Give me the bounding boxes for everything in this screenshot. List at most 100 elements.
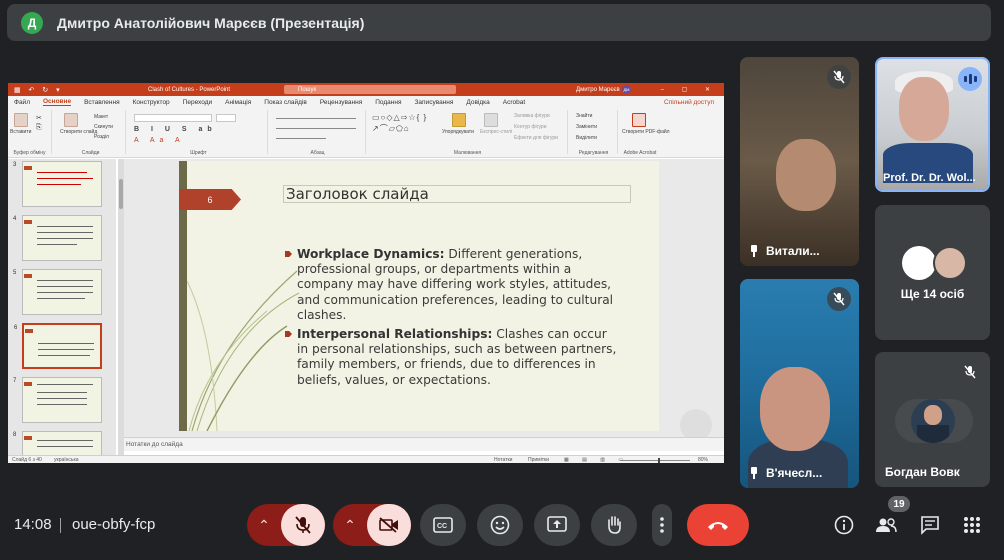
thumbnail-line xyxy=(38,343,94,344)
menu-insert[interactable]: Вставлення xyxy=(84,99,120,106)
slide-thumbnail[interactable]: 3 xyxy=(13,161,102,207)
create-pdf-label[interactable]: Створити PDF-файл xyxy=(622,129,670,135)
pdf-icon[interactable] xyxy=(632,113,646,127)
mic-off-icon xyxy=(827,287,851,311)
comments-toggle[interactable]: Примітки xyxy=(528,457,549,463)
slide-thumbnail[interactable]: 7 xyxy=(13,377,102,423)
participant-tile-bogdan[interactable]: Богдан Вовк xyxy=(875,352,990,487)
slide-thumbnail[interactable]: 8 xyxy=(13,431,102,455)
ribbon-group-editing: Знайти Замінити Виділити Редагування xyxy=(570,110,618,156)
menu-transitions[interactable]: Переходи xyxy=(183,99,212,106)
ppt-search-box[interactable]: Пошук xyxy=(284,85,456,94)
paste-icon[interactable] xyxy=(14,113,28,127)
bullet-item: Interpersonal Relationships: Clashes can… xyxy=(285,327,619,388)
zoom-level[interactable]: 80% xyxy=(698,457,708,463)
slide-thumbnail[interactable]: 5 xyxy=(13,269,102,315)
people-button[interactable] xyxy=(873,512,899,538)
ppt-ribbon: Вставити ✂ ⎘ Буфер обміну Створити слайд… xyxy=(8,108,724,158)
shared-screen[interactable]: ▦ ↶ ↻ ▾ Clash of Cultures - PowerPoint П… xyxy=(8,83,724,463)
shape-effects-button[interactable]: Ефекти для фігури xyxy=(514,135,558,141)
audio-options-chevron-icon[interactable]: ⌃ xyxy=(247,504,281,546)
participant-tile-vitaliy[interactable]: Витали... xyxy=(740,57,859,266)
section-button[interactable]: Розділ xyxy=(94,134,109,140)
slide-notes[interactable]: Нотатки до слайда xyxy=(124,437,724,451)
captions-button[interactable]: CC xyxy=(420,504,466,546)
quick-styles-label[interactable]: Експрес-стилі xyxy=(480,129,512,135)
quick-styles-icon[interactable] xyxy=(484,113,498,127)
thumbnail-tab xyxy=(24,220,32,224)
paragraph-row-1 xyxy=(276,118,356,119)
zoom-slider[interactable] xyxy=(620,460,690,461)
raise-hand-button[interactable] xyxy=(591,504,637,546)
camera-off-icon xyxy=(379,517,398,533)
participant-tile-vyacheslav[interactable]: В'ячесл... xyxy=(740,279,859,488)
zoom-slider-knob[interactable] xyxy=(658,458,660,463)
speaking-indicator-icon xyxy=(958,67,982,91)
current-slide[interactable]: 6 Заголовок слайда Workplace Dynamics: D… xyxy=(179,161,659,431)
thumbnail-number: 7 xyxy=(13,378,17,384)
video-options-chevron-icon[interactable]: ⌃ xyxy=(333,504,367,546)
shape-outline-button[interactable]: Контур фігури xyxy=(514,124,546,130)
notes-toggle[interactable]: Нотатки xyxy=(494,457,512,463)
new-slide-label[interactable]: Створити слайд xyxy=(60,129,97,135)
menu-help[interactable]: Довідка xyxy=(466,99,489,106)
meeting-info-button[interactable] xyxy=(831,512,857,538)
reset-button[interactable]: Скинути xyxy=(94,124,113,130)
leave-call-button[interactable] xyxy=(687,504,749,546)
font-size-box[interactable] xyxy=(216,114,236,122)
font-name-box[interactable] xyxy=(134,114,212,122)
mic-toggle-button[interactable] xyxy=(281,504,325,546)
quick-access-icons[interactable]: ▦ ↶ ↻ ▾ xyxy=(14,86,63,94)
participant-face xyxy=(776,139,836,211)
reactions-button[interactable] xyxy=(477,504,523,546)
present-screen-button[interactable] xyxy=(534,504,580,546)
shape-fill-button[interactable]: Заливка фігури xyxy=(514,113,550,119)
find-button[interactable]: Знайти xyxy=(576,113,592,119)
select-button[interactable]: Виділити xyxy=(576,135,597,141)
scrollbar-thumb[interactable] xyxy=(119,179,123,209)
thumbnail-line xyxy=(37,384,93,385)
new-slide-icon[interactable] xyxy=(64,113,78,127)
ppt-user-avatar[interactable]: ДМ xyxy=(622,85,631,94)
participant-tile-professor[interactable]: Prof. Dr. Dr. Wol... xyxy=(875,57,990,192)
camera-toggle-button[interactable] xyxy=(367,504,411,546)
menu-review[interactable]: Рецензування xyxy=(320,99,362,106)
menu-animations[interactable]: Анімація xyxy=(225,99,251,106)
more-options-button[interactable] xyxy=(652,504,672,546)
arrange-label[interactable]: Упорядкувати xyxy=(442,129,474,135)
chat-button[interactable] xyxy=(917,512,943,538)
slide-body[interactable]: Workplace Dynamics: Different generation… xyxy=(285,247,619,392)
thumbnail-line xyxy=(37,178,93,179)
menu-slideshow[interactable]: Показ слайдів xyxy=(264,99,307,106)
menu-home[interactable]: Основне xyxy=(42,98,72,106)
participant-name: Богдан Вовк xyxy=(885,465,960,479)
ribbon-group-acrobat: Створити PDF-файл Adobe Acrobat xyxy=(620,110,670,156)
menu-file[interactable]: Файл xyxy=(14,99,30,106)
window-controls-icon[interactable]: – ▢ ✕ xyxy=(661,86,718,93)
people-icon xyxy=(876,518,897,533)
activities-button[interactable] xyxy=(959,512,985,538)
language-indicator: українська xyxy=(54,457,79,463)
menu-record[interactable]: Записування xyxy=(415,99,454,106)
slide-thumbnail-selected[interactable]: 6 xyxy=(14,323,102,369)
speaking-bar xyxy=(973,76,977,82)
slide-editing-area[interactable]: 6 Заголовок слайда Workplace Dynamics: D… xyxy=(124,159,724,441)
copy-icon[interactable]: ⎘ xyxy=(36,124,42,132)
shapes-gallery-row2[interactable]: ↗⌒▱⬠⌂ xyxy=(372,123,410,134)
font-color-icons[interactable]: A Aa A xyxy=(134,137,185,144)
arrange-icon[interactable] xyxy=(452,113,466,127)
slide-thumbnail[interactable]: 4 xyxy=(13,215,102,261)
menu-acrobat[interactable]: Acrobat xyxy=(503,99,525,106)
replace-button[interactable]: Замінити xyxy=(576,124,597,130)
slide-title[interactable]: Заголовок слайда xyxy=(283,185,631,203)
cut-icon[interactable]: ✂ xyxy=(36,114,42,122)
more-vert-icon xyxy=(660,517,664,533)
font-format-icons[interactable]: B I U S ab xyxy=(134,126,217,133)
layout-button[interactable]: Макет xyxy=(94,114,108,120)
share-button[interactable]: Спільний доступ xyxy=(664,99,714,106)
more-participants-tile[interactable]: Ще 14 осіб xyxy=(875,205,990,340)
menu-view[interactable]: Подання xyxy=(375,99,401,106)
acrobat-group-label: Adobe Acrobat xyxy=(623,150,657,156)
menu-design[interactable]: Конструктор xyxy=(133,99,170,106)
shapes-gallery-icon[interactable]: ▭○◇△⇨☆{ } xyxy=(372,113,427,122)
